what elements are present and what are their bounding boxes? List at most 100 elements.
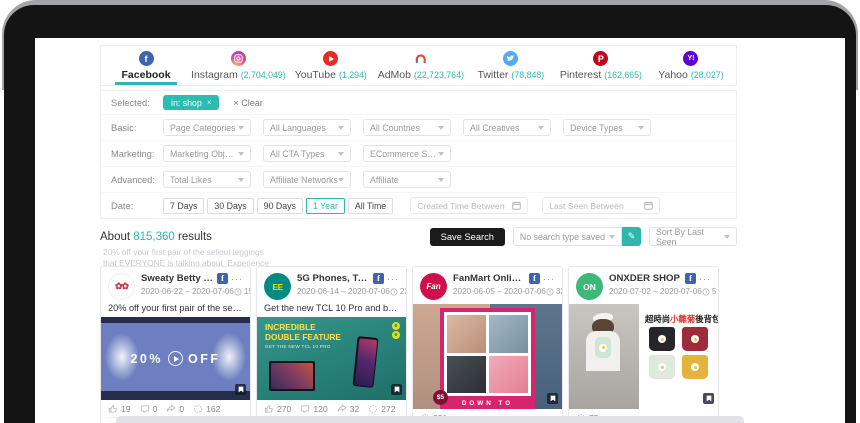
basic-label: Basic: xyxy=(111,123,163,133)
cta-types-select[interactable]: All CTA Types xyxy=(263,145,351,162)
marketing-objectives-select[interactable]: Marketing Objectives xyxy=(163,145,251,162)
ad-card: Fan FanMart Online Shopping - F... f ···… xyxy=(412,266,563,423)
facebook-badge-icon: f xyxy=(373,273,384,284)
ad-duration: 15 Days xyxy=(244,287,251,296)
ad-spy-app: f Facebook Instagram(2,704,049) YouTube(… xyxy=(0,0,860,423)
clear-filters-link[interactable]: × Clear xyxy=(233,98,262,108)
advertiser-avatar[interactable]: Fan xyxy=(420,273,447,300)
share-icon xyxy=(166,404,176,414)
date-30days-button[interactable]: 30 Days xyxy=(207,198,253,214)
date-1year-button[interactable]: 1 Year xyxy=(306,198,345,214)
saved-search-select[interactable]: No search type saved xyxy=(513,227,622,246)
ad-creative[interactable]: INCREDIBLE DOUBLE FEATURE GET THE NEW TC… xyxy=(257,317,406,400)
ecommerce-softwares-select[interactable]: ECommerce Softwares xyxy=(363,145,451,162)
save-ad-icon[interactable] xyxy=(547,393,558,404)
affiliate-networks-select[interactable]: Affiliate Networks xyxy=(263,171,351,188)
tab-count: (78,848) xyxy=(511,70,544,80)
ad-date-range: 2020-06-22 – 2020-07-06 xyxy=(141,287,234,296)
marketing-filter-row: Marketing: Marketing Objectives All CTA … xyxy=(101,141,736,167)
edit-saved-search-button[interactable]: ✎ xyxy=(622,227,641,246)
advertiser-avatar[interactable]: ✿✿ xyxy=(108,273,135,300)
card-menu-button[interactable]: ··· xyxy=(699,277,711,281)
advertiser-name[interactable]: FanMart Online Shopping - F... xyxy=(453,273,526,284)
calendar-icon xyxy=(512,201,521,210)
tab-twitter[interactable]: Twitter(78,848) xyxy=(466,46,556,85)
chevron-down-icon xyxy=(438,152,444,156)
device-types-select[interactable]: Device Types xyxy=(563,119,651,136)
tab-label: Instagram xyxy=(191,69,238,81)
advertiser-name[interactable]: Sweaty Betty London | Wom... xyxy=(141,273,214,284)
advertiser-avatar[interactable]: EE xyxy=(264,273,291,300)
like-icon xyxy=(264,404,274,414)
tab-admob[interactable]: AdMob(22,723,764) xyxy=(376,46,466,85)
tab-label: AdMob xyxy=(378,69,411,81)
collage-frame: DOWN TO xyxy=(440,308,535,409)
save-ad-icon[interactable] xyxy=(391,384,402,395)
advertiser-avatar[interactable]: ON xyxy=(576,273,603,300)
instagram-icon xyxy=(231,51,246,66)
save-search-button[interactable]: Save Search xyxy=(430,228,505,246)
basic-filter-row: Basic: Page Categories All Languages All… xyxy=(101,115,736,141)
tab-yahoo[interactable]: Y! Yahoo(28,027) xyxy=(646,46,736,85)
ad-creative[interactable]: DOWN TO $5 xyxy=(413,304,562,409)
popularity-icon xyxy=(368,404,378,414)
ad-message: Get the new TCL 10 Pro and bag a free TC… xyxy=(257,300,406,317)
total-likes-select[interactable]: Total Likes xyxy=(163,171,251,188)
date-alltime-button[interactable]: All Time xyxy=(348,198,393,214)
tab-instagram[interactable]: Instagram(2,704,049) xyxy=(191,46,286,85)
countries-select[interactable]: All Countries xyxy=(363,119,451,136)
card-menu-button[interactable]: ··· xyxy=(543,277,555,281)
advertiser-name[interactable]: ONXDER SHOP xyxy=(609,273,682,284)
tab-count: (2,704,049) xyxy=(241,70,286,80)
sort-select[interactable]: Sort By Last Seen xyxy=(649,227,737,246)
results-bar: About 815,360 results Save Search No sea… xyxy=(100,226,737,247)
advanced-filter-row: Advanced: Total Likes Affiliate Networks… xyxy=(101,167,736,193)
ad-card: ✿✿ Sweaty Betty London | Wom... f ··· 20… xyxy=(100,266,251,423)
ad-duration: 32 Days xyxy=(556,287,563,296)
save-ad-icon[interactable] xyxy=(235,384,246,395)
advertiser-name[interactable]: 5G Phones, Tablets & SIMs | ... xyxy=(297,273,370,284)
chevron-down-icon xyxy=(338,126,344,130)
tab-youtube[interactable]: YouTube(1,294) xyxy=(286,46,376,85)
last-seen-input[interactable]: Last Seen Between xyxy=(542,197,660,214)
card-menu-button[interactable]: ··· xyxy=(231,277,243,281)
tab-label: Yahoo xyxy=(658,69,688,81)
selected-label: Selected: xyxy=(111,98,163,108)
social-network-tabbar: f Facebook Instagram(2,704,049) YouTube(… xyxy=(100,45,737,86)
advanced-label: Advanced: xyxy=(111,175,163,185)
created-time-input[interactable]: Created Time Between xyxy=(410,197,528,214)
ad-date-range: 2020-06-05 – 2020-07-06 xyxy=(453,287,546,296)
date-filter-row: Date: 7 Days 30 Days 90 Days 1 Year All … xyxy=(101,193,736,218)
save-ad-icon[interactable] xyxy=(703,393,714,404)
ad-message: 20% off your first pair of the sellout l… xyxy=(101,300,250,317)
page-categories-select[interactable]: Page Categories xyxy=(163,119,251,136)
chevron-down-icon xyxy=(724,235,730,239)
clock-icon xyxy=(234,288,242,296)
popularity-icon xyxy=(193,404,203,414)
active-tab-underline xyxy=(115,82,177,85)
clock-icon xyxy=(390,288,398,296)
admob-icon xyxy=(413,51,428,66)
keyword-chip[interactable]: in: shop× xyxy=(163,95,219,110)
chevron-down-icon xyxy=(638,126,644,130)
ad-creative[interactable]: 20%OFF xyxy=(101,317,250,400)
price-badge: $5 xyxy=(433,390,448,405)
creatives-select[interactable]: All Creatives xyxy=(463,119,551,136)
languages-select[interactable]: All Languages xyxy=(263,119,351,136)
tab-facebook[interactable]: f Facebook xyxy=(101,46,191,85)
chip-remove-icon[interactable]: × xyxy=(207,98,212,107)
play-icon[interactable] xyxy=(168,351,183,366)
ad-creative[interactable]: 超時尚小雛菊後背包 xyxy=(569,304,718,409)
twitter-icon xyxy=(503,51,518,66)
tab-count: (22,723,764) xyxy=(414,70,464,80)
chevron-down-icon xyxy=(438,126,444,130)
tab-pinterest[interactable]: P Pinterest(162,665) xyxy=(556,46,646,85)
chevron-down-icon xyxy=(238,178,244,182)
like-icon xyxy=(108,404,118,414)
card-menu-button[interactable]: ··· xyxy=(387,277,399,281)
date-90days-button[interactable]: 90 Days xyxy=(257,198,303,214)
affiliate-select[interactable]: Affiliate xyxy=(363,171,451,188)
facebook-icon: f xyxy=(139,51,154,66)
ad-card: ON ONXDER SHOP f ··· 2020-07-02 – 2020-0… xyxy=(568,266,719,423)
date-7days-button[interactable]: 7 Days xyxy=(163,198,204,214)
